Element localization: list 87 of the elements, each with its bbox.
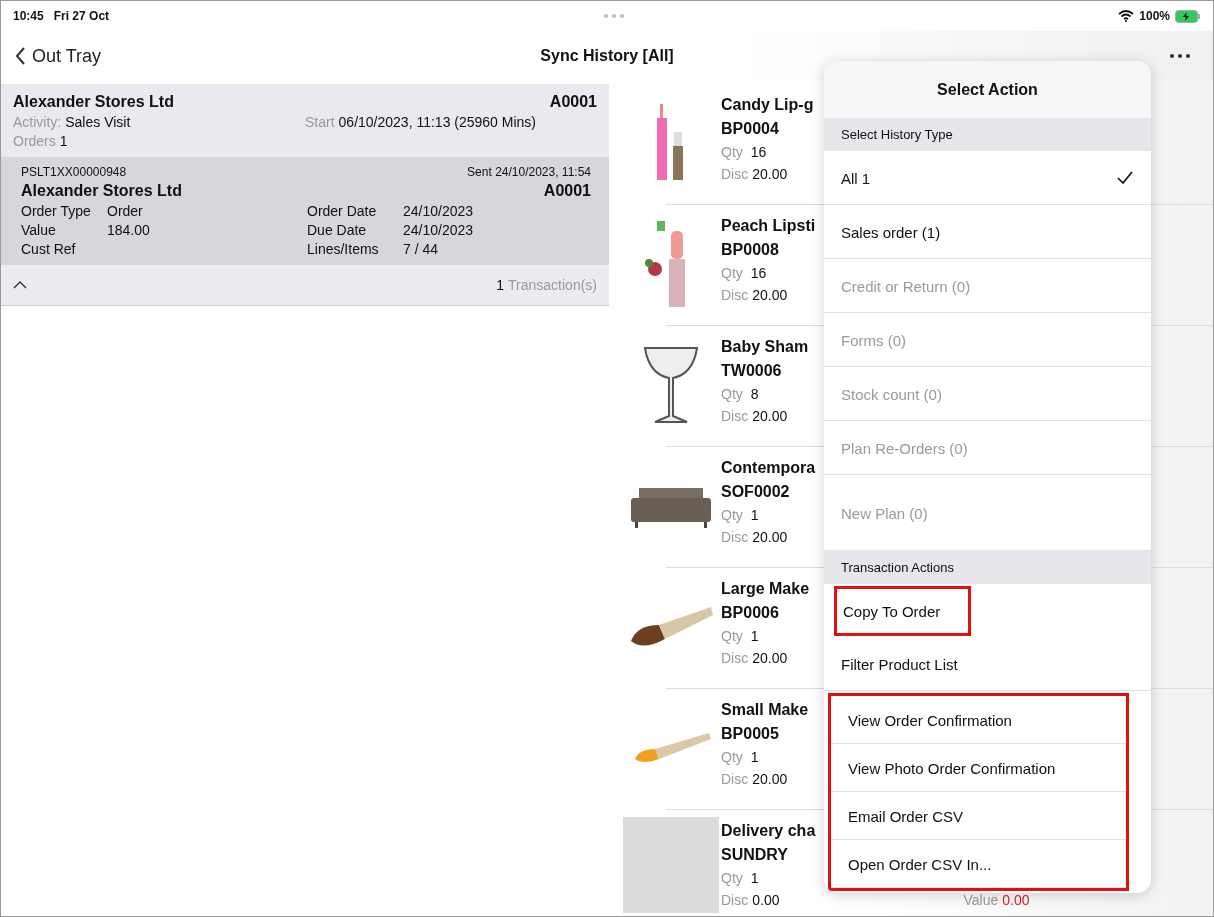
field-label: Qty [721, 265, 743, 281]
field-label: Disc [721, 892, 749, 908]
status-date: Fri 27 Oct [53, 9, 110, 23]
section-header: Transaction Actions [841, 560, 954, 575]
field-label: Order Type [21, 203, 92, 219]
field-label: Cust Ref [21, 241, 77, 257]
chevron-up-icon[interactable] [13, 281, 27, 289]
customer-name: Alexander Stores Ltd [13, 93, 175, 111]
product-code: BP0006 [721, 604, 780, 622]
product-code: BP0008 [721, 241, 780, 259]
field-label: Disc [721, 529, 749, 545]
account-code: A0001 [549, 93, 597, 111]
field-label: Disc [721, 287, 749, 303]
field-label: Qty [721, 628, 743, 644]
field-label: Due Date [307, 222, 368, 238]
field-label: Disc [721, 650, 749, 666]
field-value: 1 [750, 870, 759, 886]
field-label: Qty [721, 870, 743, 886]
field-value: 20.00 [752, 650, 788, 666]
field-value: 24/10/2023 [403, 222, 474, 238]
customer-name: Alexander Stores Ltd [21, 182, 183, 200]
battery-charging-icon [1175, 9, 1201, 23]
multitasking-dots-icon [602, 13, 625, 19]
transaction-label: Transaction(s) [508, 277, 597, 293]
battery-percentage: 100% [1139, 9, 1170, 23]
action-option[interactable]: Filter Product List [824, 638, 1151, 691]
field-value: 20.00 [752, 771, 788, 787]
field-value: 16 [750, 144, 767, 160]
order-card[interactable]: PSLT1XX00000948 Sent 24/10/2023, 11:54 Alexander Stores Ltd A0001 Order Type Order Order Date 24/10/2023 Value 184.00 Due Date 24/10/2023 Cust Ref Lines/Items 7 / 44 [1, 157, 609, 265]
back-button[interactable]: Out Tray [15, 45, 102, 67]
field-value: 20.00 [752, 529, 788, 545]
field-value: Order [107, 203, 143, 219]
product-name: Delivery cha [721, 822, 817, 840]
product-name: Baby Sham [721, 338, 810, 356]
field-label: Disc [721, 166, 749, 182]
popover-title: Select Action [937, 80, 1038, 99]
screen-title: Sync History [All] [540, 47, 674, 65]
field-value: 1 [750, 507, 759, 523]
product-name: Small Make [721, 701, 810, 719]
more-icon[interactable] [1169, 53, 1191, 59]
field-label: Disc [721, 771, 749, 787]
field-value: 1 [59, 133, 68, 149]
field-value: 0.00 [1002, 892, 1030, 908]
field-label: Qty [721, 144, 743, 160]
field-value: 1 [750, 628, 759, 644]
account-code: A0001 [543, 182, 591, 200]
product-code: SUNDRY [721, 846, 789, 864]
transaction-count: 1 [496, 277, 505, 293]
sent-time: Sent 24/10/2023, 11:54 [467, 165, 591, 179]
product-name: Contempora [721, 459, 817, 477]
product-code: BP0005 [721, 725, 780, 743]
field-value: 0.00 [752, 892, 780, 908]
field-label: Qty [721, 386, 743, 402]
product-code: SOF0002 [721, 483, 791, 501]
section-header: Select History Type [841, 127, 953, 142]
field-label: Value [963, 892, 999, 908]
product-name: Peach Lipsti [721, 217, 817, 235]
field-value: 16 [750, 265, 767, 281]
field-label: Start [305, 114, 335, 130]
field-label: Disc [721, 408, 749, 424]
field-label: Activity: [13, 114, 62, 130]
status-time: 10:45 [13, 9, 44, 23]
history-type-option[interactable]: Sales order (1) [824, 205, 1151, 259]
product-name: Large Make [721, 580, 811, 598]
chevron-left-icon [15, 47, 26, 65]
history-type-option[interactable]: All 1 [824, 151, 1151, 205]
field-value: 1 [750, 749, 759, 765]
product-name: Candy Lip-g [721, 96, 815, 114]
field-label: Orders [13, 133, 56, 149]
field-label: Value [21, 222, 57, 238]
field-value: 20.00 [752, 408, 788, 424]
field-label: Lines/Items [307, 241, 380, 257]
field-value: Sales Visit [65, 114, 131, 130]
field-value: 7 / 44 [403, 241, 439, 257]
order-reference: PSLT1XX00000948 [21, 165, 128, 179]
field-label: Qty [721, 749, 743, 765]
field-label: Qty [721, 507, 743, 523]
field-value: 8 [750, 386, 759, 402]
field-value: 20.00 [752, 166, 788, 182]
field-label: Order Date [307, 203, 378, 219]
product-code: TW0006 [721, 362, 783, 380]
field-value: 24/10/2023 [403, 203, 474, 219]
product-code: BP0004 [721, 120, 780, 138]
wifi-icon [1118, 10, 1135, 22]
field-value: 06/10/2023, 11:13 (25960 Mins) [338, 114, 536, 130]
field-value: 184.00 [107, 222, 150, 238]
field-value: 20.00 [752, 287, 788, 303]
